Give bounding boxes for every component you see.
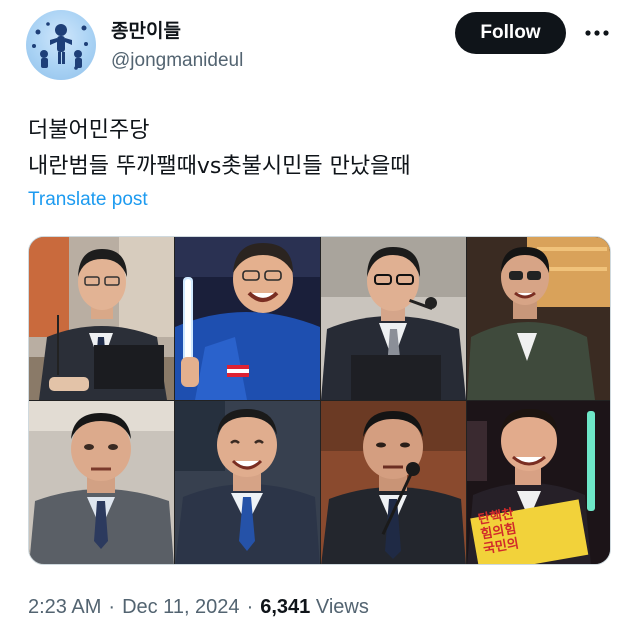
post-text: 더불어민주당 내란범들 뚜까팰때vs촛불시민들 만났을때: [28, 113, 608, 185]
photo-politician-at-desk[interactable]: [29, 237, 174, 400]
avatar-illustration-icon: [32, 22, 88, 70]
post-time[interactable]: 2:23 AM: [28, 596, 101, 618]
post-date[interactable]: Dec 11, 2024: [122, 596, 240, 618]
media-grid[interactable]: 탄핵찬 힘의힘 국민의: [28, 236, 611, 565]
photo-politician-stern[interactable]: [29, 401, 174, 564]
photo-politician-speaking[interactable]: [321, 401, 466, 564]
post-line-2: 내란범들 뚜까팰때vs촛불시민들 만났을때: [28, 154, 411, 179]
author-display-name[interactable]: 종만이들: [111, 16, 181, 43]
photo-politician-rally-smiling[interactable]: [175, 237, 320, 400]
meta-separator-2: ·: [246, 596, 254, 618]
post-header: 종만이들 @jongmanideul Follow: [26, 10, 616, 80]
post-line-1: 더불어민주당: [28, 118, 150, 143]
more-horizontal-icon: [585, 30, 609, 36]
meta-separator-1: ·: [108, 596, 116, 618]
more-options-button[interactable]: [582, 18, 612, 48]
follow-button[interactable]: Follow: [455, 12, 566, 54]
author-handle[interactable]: @jongmanideul: [111, 50, 243, 72]
author-avatar[interactable]: [26, 10, 96, 80]
views-label: Views: [315, 596, 369, 618]
photo-politician-candlelight-rally[interactable]: 탄핵찬 힘의힘 국민의: [467, 401, 610, 564]
photo-politician-rally-jacket[interactable]: [467, 237, 610, 400]
translate-post-link[interactable]: Translate post: [28, 189, 148, 211]
views-count[interactable]: 6,341: [260, 596, 310, 618]
post-meta: 2:23 AM · Dec 11, 2024 · 6,341 Views: [28, 596, 369, 619]
photo-politician-microphone[interactable]: [321, 237, 466, 400]
photo-politician-smiling-suit[interactable]: [175, 401, 320, 564]
